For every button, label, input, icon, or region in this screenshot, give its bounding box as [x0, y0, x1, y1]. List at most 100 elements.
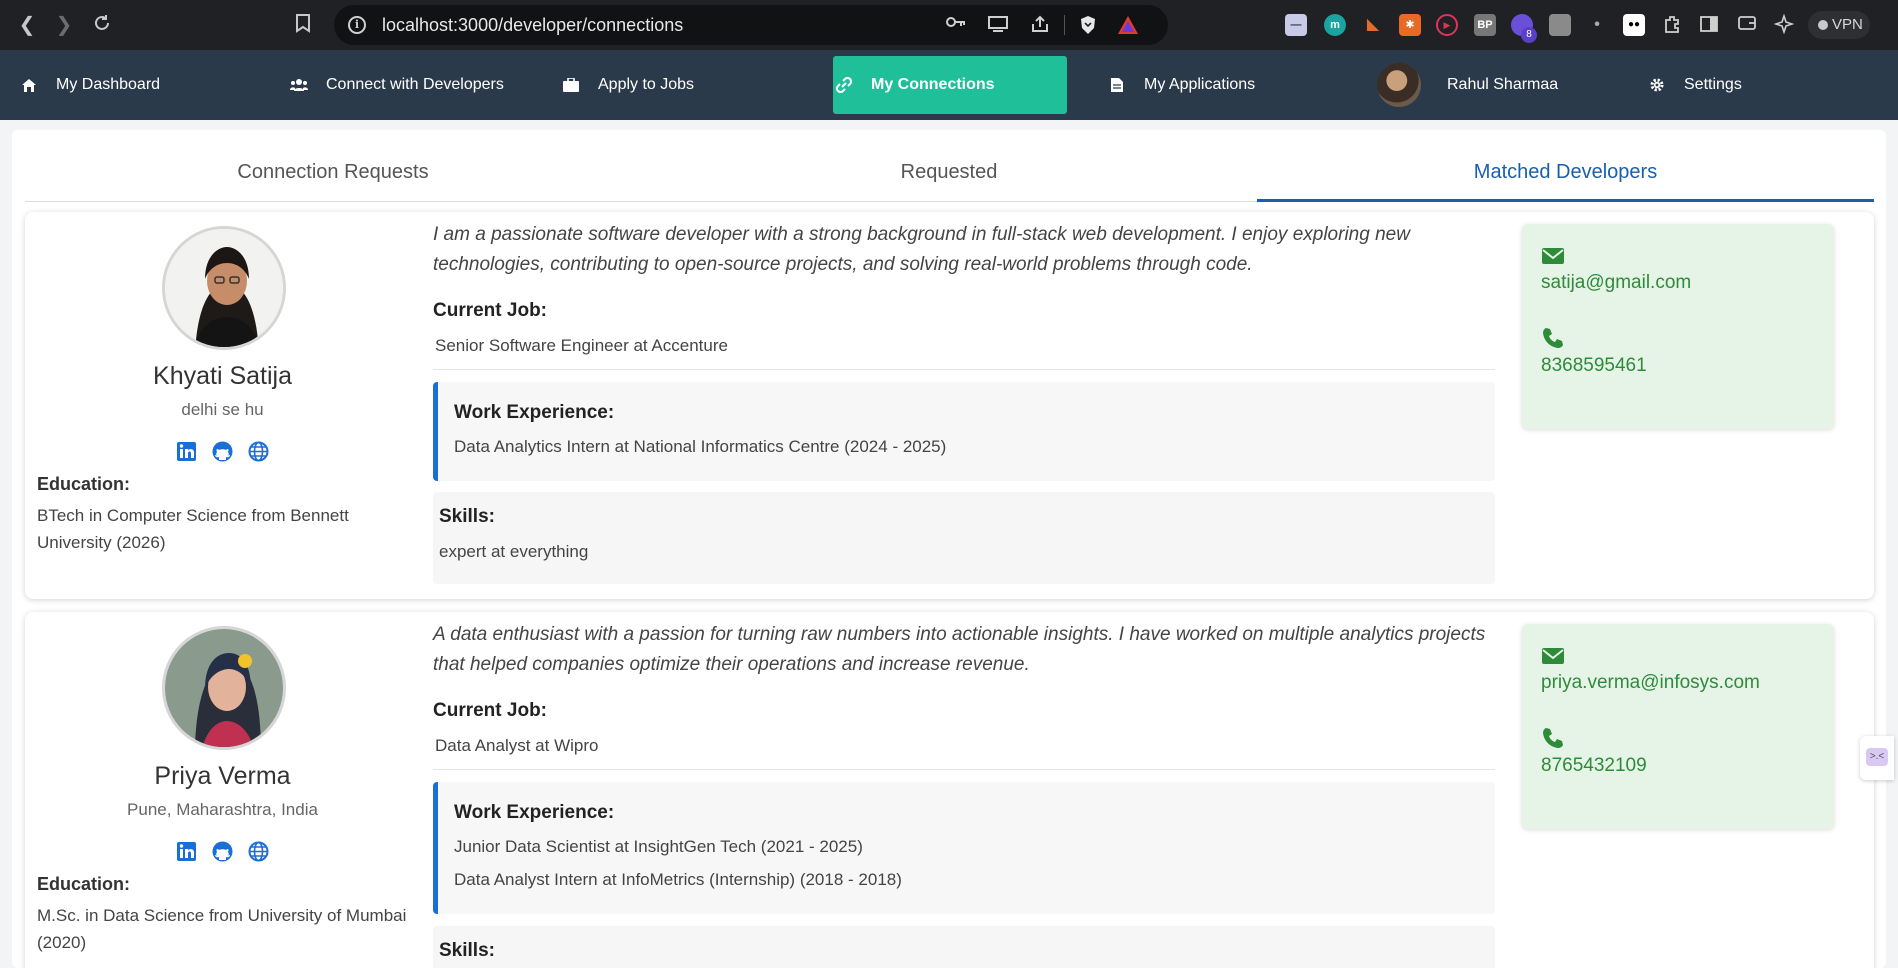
- developer-avatar: [162, 226, 286, 350]
- extension-bp-icon[interactable]: BP: [1474, 14, 1496, 36]
- nav-label: Settings: [1684, 76, 1742, 93]
- site-info-icon[interactable]: i: [348, 16, 366, 34]
- wallet-icon[interactable]: [1736, 14, 1758, 36]
- developer-bio: A data enthusiast with a passion for tur…: [433, 624, 1486, 675]
- extension-m-icon[interactable]: m: [1324, 14, 1346, 36]
- social-links: [25, 441, 420, 462]
- work-experience-label: Work Experience:: [454, 402, 615, 423]
- contact-email[interactable]: satija@gmail.com: [1541, 272, 1691, 294]
- app-navbar: My Dashboard Connect with Developers App…: [0, 50, 1898, 120]
- skills-label: Skills:: [439, 506, 495, 527]
- url-text[interactable]: localhost:3000/developer/connections: [382, 15, 683, 36]
- education-label: Education:: [37, 874, 130, 894]
- nav-profile[interactable]: Rahul Sharmaa: [1377, 56, 1597, 114]
- developer-location: Pune, Maharashtra, India: [127, 800, 318, 819]
- email-icon: [1541, 646, 1565, 670]
- developer-avatar: [162, 626, 286, 750]
- phone-icon: [1541, 326, 1565, 350]
- reload-icon[interactable]: [90, 13, 114, 37]
- work-experience-label: Work Experience:: [454, 802, 615, 823]
- contact-phone[interactable]: 8765432109: [1541, 755, 1647, 777]
- current-job-text: Senior Software Engineer at Accenture: [435, 336, 728, 355]
- divider: [433, 769, 1495, 770]
- contact-email[interactable]: priya.verma@infosys.com: [1541, 672, 1760, 694]
- social-links: [25, 841, 420, 862]
- address-bar[interactable]: i localhost:3000/developer/connections: [334, 5, 1168, 45]
- nav-my-connections[interactable]: My Connections: [833, 56, 1067, 114]
- skills-label: Skills:: [439, 940, 495, 961]
- extension-gray-icon[interactable]: [1549, 14, 1571, 36]
- nav-label: Rahul Sharmaa: [1447, 76, 1559, 93]
- home-icon: [20, 76, 38, 94]
- nav-apply-to-jobs[interactable]: Apply to Jobs: [562, 56, 762, 114]
- skills-box: Skills: expert at everything: [433, 492, 1495, 584]
- developer-name: Khyati Satija: [153, 362, 292, 390]
- work-experience-item: Data Analyst Intern at InfoMetrics (Inte…: [454, 870, 902, 889]
- work-experience-box: Work Experience: Data Analytics Intern a…: [433, 382, 1495, 481]
- github-icon[interactable]: [212, 441, 233, 462]
- nav-my-applications[interactable]: My Applications: [1108, 56, 1328, 114]
- work-experience-box: Work Experience: Junior Data Scientist a…: [433, 782, 1495, 914]
- nav-my-dashboard[interactable]: My Dashboard: [20, 56, 250, 114]
- globe-icon[interactable]: [248, 441, 269, 462]
- vpn-button[interactable]: VPN: [1808, 11, 1870, 39]
- nav-label: Connect with Developers: [326, 76, 504, 93]
- current-job-label: Current Job:: [433, 700, 547, 721]
- education-label: Education:: [37, 474, 130, 494]
- extension-play-icon[interactable]: ▶: [1436, 14, 1458, 36]
- nav-label: My Dashboard: [56, 76, 161, 93]
- nav-label: My Applications: [1144, 76, 1256, 93]
- tab-connection-requests[interactable]: Connection Requests: [25, 148, 641, 202]
- skills-box: Skills:: [433, 926, 1495, 968]
- password-key-icon[interactable]: [944, 15, 968, 35]
- extension-asterisk-icon[interactable]: ✱: [1399, 14, 1421, 36]
- browser-toolbar: ❮ ❯ i localhost:3000/developer/connectio…: [0, 0, 1898, 50]
- contact-box: priya.verma@infosys.com 8765432109: [1522, 624, 1834, 829]
- github-icon[interactable]: [212, 841, 233, 862]
- skills-text: expert at everything: [439, 542, 589, 561]
- nav-connect-with-developers[interactable]: Connect with Developers: [290, 56, 550, 114]
- linkedin-icon[interactable]: [176, 441, 197, 462]
- tab-requested[interactable]: Requested: [641, 148, 1257, 202]
- education-text: M.Sc. in Data Science from University of…: [37, 906, 407, 952]
- ai-sparkle-icon[interactable]: [1773, 13, 1795, 36]
- forward-icon[interactable]: ❯: [52, 13, 76, 37]
- gear-icon: [1648, 76, 1666, 94]
- sidebar-toggle-icon[interactable]: [1698, 14, 1720, 36]
- brave-rewards-icon[interactable]: [1116, 15, 1140, 35]
- developer-bio: I am a passionate software developer wit…: [433, 224, 1410, 275]
- phone-icon: [1541, 726, 1565, 750]
- brave-shield-icon[interactable]: [1076, 15, 1100, 35]
- share-icon[interactable]: [1028, 15, 1052, 35]
- back-icon[interactable]: ❮: [15, 13, 39, 37]
- work-experience-item: Junior Data Scientist at InsightGen Tech…: [454, 837, 863, 856]
- education-text: BTech in Computer Science from Bennett U…: [37, 506, 349, 552]
- work-experience-item: Data Analytics Intern at National Inform…: [454, 437, 947, 456]
- floating-extension-button[interactable]: >.<: [1860, 736, 1894, 780]
- developer-name: Priya Verma: [154, 762, 291, 790]
- divider: [1064, 15, 1065, 35]
- extension-medium-icon[interactable]: ●●: [1623, 14, 1645, 36]
- linkedin-icon[interactable]: [176, 841, 197, 862]
- extension-flag-icon[interactable]: ◣: [1362, 14, 1384, 36]
- extensions-puzzle-icon[interactable]: [1661, 14, 1683, 36]
- email-icon: [1541, 246, 1565, 270]
- divider: [433, 369, 1495, 370]
- extension-badge-count: 8: [1521, 27, 1537, 43]
- extension-bottle-icon[interactable]: •: [1586, 14, 1608, 36]
- contact-box: satija@gmail.com 8368595461: [1522, 224, 1834, 429]
- globe-icon[interactable]: [248, 841, 269, 862]
- cast-icon[interactable]: [986, 15, 1010, 35]
- extension-icon-1[interactable]: —: [1285, 14, 1307, 36]
- contact-phone[interactable]: 8368595461: [1541, 355, 1647, 377]
- nav-settings[interactable]: Settings: [1648, 56, 1798, 114]
- nav-label: Apply to Jobs: [598, 76, 695, 93]
- users-icon: [290, 76, 308, 94]
- current-job-label: Current Job:: [433, 300, 547, 321]
- nav-label: My Connections: [871, 76, 995, 93]
- bookmark-icon[interactable]: [295, 13, 317, 37]
- vpn-status-icon: [1818, 20, 1828, 30]
- tab-matched-developers[interactable]: Matched Developers: [1257, 148, 1874, 202]
- current-job-text: Data Analyst at Wipro: [435, 736, 599, 755]
- file-icon: [1108, 76, 1126, 94]
